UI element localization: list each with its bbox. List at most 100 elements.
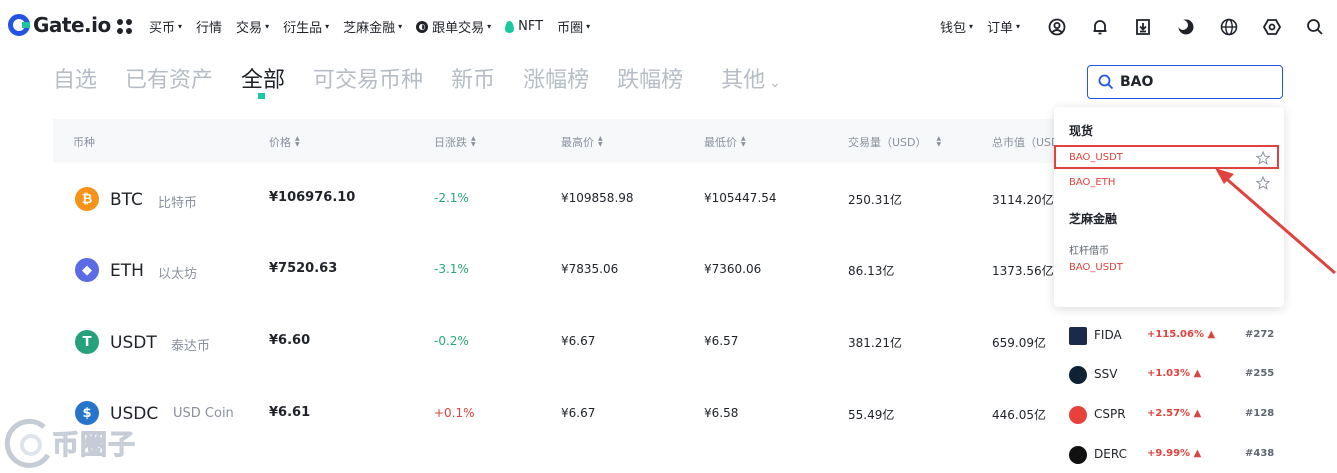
sort-icon: ▲ ▼ xyxy=(741,135,746,148)
watermark-text: 币圈子 xyxy=(52,430,136,462)
result-lending-bao-usdt[interactable]: BAO_USDT xyxy=(1069,262,1123,273)
price-cell: ¥6.60 xyxy=(269,333,311,348)
nav-item-derivatives[interactable]: 衍生品 ▾ xyxy=(283,17,329,36)
coin-symbol: USDT xyxy=(110,333,157,353)
table-row[interactable]: $ USDC USD Coin ¥6.61 +0.1% ¥6.67 ¥6.58 … xyxy=(53,379,1053,451)
nft-leaf-icon xyxy=(505,20,515,33)
volume-cell: 381.21亿 xyxy=(848,336,902,350)
low-cell: ¥105447.54 xyxy=(704,191,777,205)
derc-coin-icon xyxy=(1069,446,1087,464)
col-volume[interactable]: 交易量（USD） ▲ ▼ xyxy=(848,134,941,150)
market-cap-cell: 659.09亿 xyxy=(992,336,1046,350)
nav-item-finance[interactable]: 芝麻金融 ▾ xyxy=(343,17,402,36)
search-icon[interactable] xyxy=(1305,17,1325,37)
volume-cell: 250.31亿 xyxy=(848,193,902,207)
list-item[interactable]: DERC +9.99% ▲ #438 xyxy=(1067,444,1277,466)
sort-icon: ▲ ▼ xyxy=(471,135,476,148)
nav-item-wallet[interactable]: 钱包 ▾ xyxy=(940,17,973,36)
change-cell: -2.1% xyxy=(434,191,469,205)
margin-lending-label: 杠杆借币 xyxy=(1069,246,1109,257)
coin-name: 以太坊 xyxy=(158,267,198,282)
list-symbol: FIDA xyxy=(1094,328,1122,342)
tab-tradable[interactable]: 可交易币种 xyxy=(313,62,423,94)
download-icon[interactable] xyxy=(1133,17,1153,37)
eth-coin-icon: ◆ xyxy=(75,258,99,282)
nav-item-copy-trading[interactable]: ◐ 跟单交易 ▾ xyxy=(416,17,491,36)
nav-item-trade[interactable]: 交易 ▾ xyxy=(236,17,269,36)
col-coin: 币种 xyxy=(73,136,95,149)
user-icon[interactable] xyxy=(1047,17,1067,37)
coin-symbol: BTC xyxy=(110,190,143,210)
coin-name: 泰达币 xyxy=(171,339,211,354)
top-navigation: Gate.io 买币 ▾ 行情 交易 ▾ 衍生品 ▾ 芝麻金融 ▾ ◐ 跟单交易 ▾ NFT… xyxy=(0,0,1337,52)
list-item[interactable]: SSV +1.03% ▲ #255 xyxy=(1067,364,1277,386)
nav-item-orders[interactable]: 订单 ▾ xyxy=(987,17,1020,36)
list-change: +115.06% ▲ xyxy=(1147,329,1216,340)
col-market-cap[interactable]: 总市值（USD xyxy=(992,134,1060,150)
result-bao-eth[interactable]: BAO_ETH xyxy=(1069,177,1115,188)
nav-item-nft[interactable]: NFT xyxy=(505,17,543,36)
col-price[interactable]: 价格 ▲ ▼ xyxy=(269,134,300,150)
tab-new-coins[interactable]: 新币 xyxy=(451,62,495,94)
volume-cell: 86.13亿 xyxy=(848,264,895,278)
theme-toggle-icon[interactable] xyxy=(1176,17,1196,37)
list-symbol: SSV xyxy=(1094,367,1118,381)
table-row[interactable]: ₿ BTC 比特币 ¥106976.10 -2.1% ¥109858.98 ¥1… xyxy=(53,163,1054,235)
search-box[interactable] xyxy=(1087,65,1283,99)
change-cell: -3.1% xyxy=(434,262,469,276)
chevron-down-icon: ⌄ xyxy=(769,75,781,91)
col-change[interactable]: 日涨跌 ▲ ▼ xyxy=(434,134,476,150)
sort-icon: ▲ ▼ xyxy=(936,135,942,148)
search-input[interactable] xyxy=(1120,74,1260,90)
high-cell: ¥6.67 xyxy=(561,334,596,348)
sort-icon: ▲ ▼ xyxy=(295,135,300,148)
list-change: +1.03% ▲ xyxy=(1147,368,1202,379)
gate-logo[interactable]: Gate.io xyxy=(8,13,111,37)
nav-item-buy[interactable]: 买币 ▾ xyxy=(149,17,182,36)
finance-section-header: 芝麻金融 xyxy=(1069,212,1118,226)
market-tabs: 自选 已有资产 全部 可交易币种 新币 涨幅榜 跌幅榜 其他 ⌄ xyxy=(53,62,809,99)
ssv-coin-icon xyxy=(1069,366,1087,384)
list-change: +2.57% ▲ xyxy=(1147,408,1202,419)
tab-holdings[interactable]: 已有资产 xyxy=(125,62,213,94)
globe-icon[interactable] xyxy=(1219,17,1239,37)
tab-others[interactable]: 其他 ⌄ xyxy=(721,62,781,94)
list-rank: #128 xyxy=(1245,408,1275,419)
table-header: 币种 价格 ▲ ▼ 日涨跌 ▲ ▼ 最高价 ▲ ▼ 最低价 ▲ ▼ 交易量（USD） ▲ ▼ 总市值… xyxy=(53,119,1083,163)
coin-name: USD Coin xyxy=(173,406,234,421)
fida-coin-icon xyxy=(1069,327,1087,345)
nav-item-market[interactable]: 行情 xyxy=(196,17,222,36)
nav-item-community[interactable]: 币圈 ▾ xyxy=(557,17,590,36)
star-icon[interactable] xyxy=(1256,151,1270,165)
price-cell: ¥7520.63 xyxy=(269,261,338,276)
market-cap-cell: 1373.56亿 xyxy=(992,264,1054,278)
result-bao-usdt[interactable]: BAO_USDT xyxy=(1069,152,1123,163)
settings-icon[interactable] xyxy=(1262,17,1282,37)
bell-icon[interactable] xyxy=(1090,17,1110,37)
sort-icon: ▲ ▼ xyxy=(598,135,603,148)
coin-symbol: ETH xyxy=(110,261,144,281)
cspr-coin-icon xyxy=(1069,406,1087,424)
tab-all[interactable]: 全部 xyxy=(241,62,285,99)
logo-text: Gate.io xyxy=(33,13,111,37)
apps-grid-icon[interactable] xyxy=(117,19,132,34)
list-rank: #255 xyxy=(1245,368,1275,379)
watermark: 币圈子 xyxy=(0,413,150,473)
low-cell: ¥6.57 xyxy=(704,334,739,348)
spot-section-header: 现货 xyxy=(1069,124,1094,138)
list-rank: #438 xyxy=(1245,448,1275,459)
col-high[interactable]: 最高价 ▲ ▼ xyxy=(561,134,603,150)
col-low[interactable]: 最低价 ▲ ▼ xyxy=(704,134,746,150)
high-cell: ¥7835.06 xyxy=(561,262,619,276)
list-symbol: DERC xyxy=(1094,447,1127,461)
low-cell: ¥7360.06 xyxy=(704,262,762,276)
tab-gainers[interactable]: 涨幅榜 xyxy=(523,62,589,94)
tab-losers[interactable]: 跌幅榜 xyxy=(617,62,683,94)
list-item[interactable]: CSPR +2.57% ▲ #128 xyxy=(1067,404,1277,426)
watermark-logo-icon xyxy=(4,418,51,468)
table-row[interactable]: ◆ ETH 以太坊 ¥7520.63 -3.1% ¥7835.06 ¥7360.… xyxy=(53,235,1054,307)
annotation-arrow-icon xyxy=(1215,168,1336,275)
list-item[interactable]: FIDA +115.06% ▲ #272 xyxy=(1067,325,1277,347)
tab-favorites[interactable]: 自选 xyxy=(53,62,97,94)
table-row[interactable]: T USDT 泰达币 ¥6.60 -0.2% ¥6.67 ¥6.57 381.2… xyxy=(53,307,1053,379)
